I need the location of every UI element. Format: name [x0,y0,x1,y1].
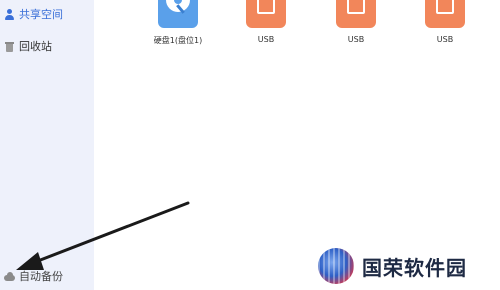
drive-label: USB [257,35,275,44]
globe-logo-icon [318,248,354,284]
cloud-icon [4,271,15,282]
drive-label: USB [436,35,454,44]
usb-icon [246,0,286,28]
sidebar-item-label: 回收站 [19,40,52,53]
trash-icon [4,41,15,52]
drive-hard-disk-1[interactable]: 硬盘1(盘位1) [148,0,208,48]
sidebar-item-recycle-bin[interactable]: 回收站 [4,36,52,56]
usb-icon [425,0,465,28]
hard-disk-icon [158,0,198,28]
drive-label: 硬盘1(盘位1) [153,36,203,45]
drive-usb-1[interactable]: USB [236,0,296,48]
sidebar-item-shared-space[interactable]: 共享空间 [4,4,63,24]
usb-icon [336,0,376,28]
sidebar-item-label: 共享空间 [19,8,63,21]
drive-usb-3[interactable]: USB [415,0,475,48]
sidebar-item-auto-backup[interactable]: 自动备份 [4,266,63,286]
user-icon [4,8,15,20]
site-watermark: 国荣软件园 [318,248,488,284]
watermark-text: 国荣软件园 [362,255,467,280]
drive-label: USB [347,35,365,44]
sidebar-item-label: 自动备份 [19,270,63,283]
sidebar: 共享空间 回收站 自动备份 [0,0,94,290]
file-manager-window: 共享空间 回收站 自动备份 硬盘1(盘位1) USB USB USB 国荣软件园 [0,0,500,290]
drive-usb-2[interactable]: USB [326,0,386,48]
